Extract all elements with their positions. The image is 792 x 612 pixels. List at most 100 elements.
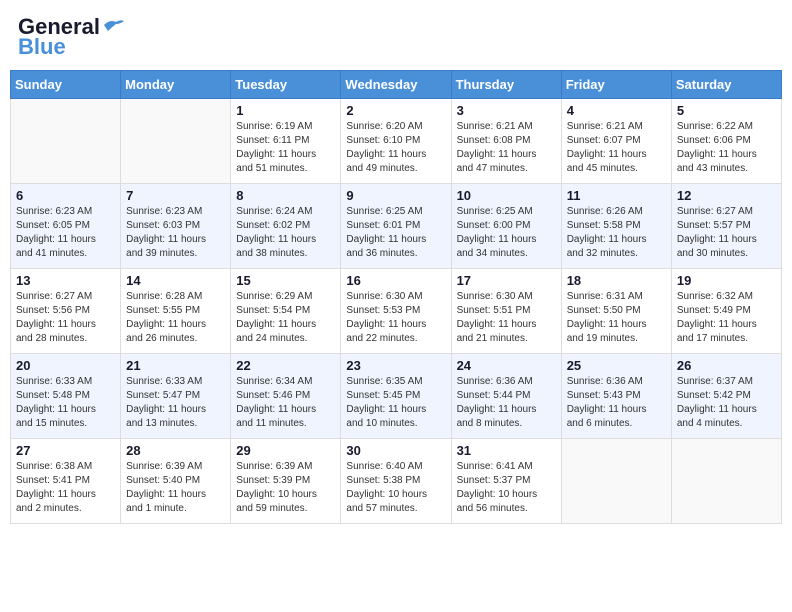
- week-row-2: 6 Sunrise: 6:23 AMSunset: 6:05 PMDaylight…: [11, 184, 782, 269]
- day-number: 29: [236, 443, 335, 458]
- day-number: 19: [677, 273, 776, 288]
- day-number: 15: [236, 273, 335, 288]
- day-info: Sunrise: 6:23 AMSunset: 6:05 PMDaylight:…: [16, 205, 115, 261]
- calendar-cell: 7 Sunrise: 6:23 AMSunset: 6:03 PMDaylight…: [121, 184, 231, 269]
- day-info: Sunrise: 6:22 AMSunset: 6:06 PMDaylight:…: [677, 120, 776, 176]
- day-info: Sunrise: 6:21 AMSunset: 6:07 PMDaylight:…: [567, 120, 666, 176]
- calendar-table: SundayMondayTuesdayWednesdayThursdayFrid…: [10, 70, 782, 524]
- day-info: Sunrise: 6:36 AMSunset: 5:43 PMDaylight:…: [567, 375, 666, 431]
- day-info: Sunrise: 6:23 AMSunset: 6:03 PMDaylight:…: [126, 205, 225, 261]
- day-info: Sunrise: 6:25 AMSunset: 6:01 PMDaylight:…: [346, 205, 445, 261]
- day-info: Sunrise: 6:26 AMSunset: 5:58 PMDaylight:…: [567, 205, 666, 261]
- day-number: 28: [126, 443, 225, 458]
- calendar-cell: 16 Sunrise: 6:30 AMSunset: 5:53 PMDayligh…: [341, 269, 451, 354]
- calendar-cell: 9Sunrise: 6:25 AMSunset: 6:01 PMDaylight…: [341, 184, 451, 269]
- day-info: Sunrise: 6:41 AMSunset: 5:37 PMDaylight:…: [457, 460, 556, 516]
- day-info: Sunrise: 6:33 AMSunset: 5:47 PMDaylight:…: [126, 375, 225, 431]
- calendar-cell: 5 Sunrise: 6:22 AMSunset: 6:06 PMDaylight…: [671, 99, 781, 184]
- day-info: Sunrise: 6:19 AMSunset: 6:11 PMDaylight:…: [236, 120, 335, 176]
- calendar-cell: 28 Sunrise: 6:39 AMSunset: 5:40 PMDayligh…: [121, 439, 231, 524]
- day-info: Sunrise: 6:28 AMSunset: 5:55 PMDaylight:…: [126, 290, 225, 346]
- calendar-cell: 12 Sunrise: 6:27 AMSunset: 5:57 PMDayligh…: [671, 184, 781, 269]
- calendar-header-row: SundayMondayTuesdayWednesdayThursdayFrid…: [11, 71, 782, 99]
- calendar-cell: 14 Sunrise: 6:28 AMSunset: 5:55 PMDayligh…: [121, 269, 231, 354]
- day-header-sunday: Sunday: [11, 71, 121, 99]
- day-number: 27: [16, 443, 115, 458]
- calendar-cell: 29Sunrise: 6:39 AMSunset: 5:39 PMDayligh…: [231, 439, 341, 524]
- day-header-saturday: Saturday: [671, 71, 781, 99]
- day-number: 3: [457, 103, 556, 118]
- day-number: 12: [677, 188, 776, 203]
- logo: General Blue: [18, 14, 124, 60]
- day-number: 2: [346, 103, 445, 118]
- day-number: 13: [16, 273, 115, 288]
- day-info: Sunrise: 6:38 AMSunset: 5:41 PMDaylight:…: [16, 460, 115, 516]
- day-number: 7: [126, 188, 225, 203]
- calendar-cell: 6 Sunrise: 6:23 AMSunset: 6:05 PMDaylight…: [11, 184, 121, 269]
- calendar-cell: 22Sunrise: 6:34 AMSunset: 5:46 PMDayligh…: [231, 354, 341, 439]
- day-info: Sunrise: 6:27 AMSunset: 5:57 PMDaylight:…: [677, 205, 776, 261]
- day-info: Sunrise: 6:27 AMSunset: 5:56 PMDaylight:…: [16, 290, 115, 346]
- day-header-thursday: Thursday: [451, 71, 561, 99]
- day-info: Sunrise: 6:39 AMSunset: 5:40 PMDaylight:…: [126, 460, 225, 516]
- logo-bird-icon: [102, 17, 124, 33]
- calendar-cell: 4 Sunrise: 6:21 AMSunset: 6:07 PMDaylight…: [561, 99, 671, 184]
- day-number: 30: [346, 443, 445, 458]
- week-row-4: 20Sunrise: 6:33 AMSunset: 5:48 PMDayligh…: [11, 354, 782, 439]
- calendar-cell: 31 Sunrise: 6:41 AMSunset: 5:37 PMDayligh…: [451, 439, 561, 524]
- day-number: 5: [677, 103, 776, 118]
- day-info: Sunrise: 6:25 AMSunset: 6:00 PMDaylight:…: [457, 205, 556, 261]
- day-info: Sunrise: 6:36 AMSunset: 5:44 PMDaylight:…: [457, 375, 556, 431]
- calendar-cell: [671, 439, 781, 524]
- day-header-tuesday: Tuesday: [231, 71, 341, 99]
- calendar-cell: 19 Sunrise: 6:32 AMSunset: 5:49 PMDayligh…: [671, 269, 781, 354]
- calendar-cell: 24 Sunrise: 6:36 AMSunset: 5:44 PMDayligh…: [451, 354, 561, 439]
- calendar-cell: 18 Sunrise: 6:31 AMSunset: 5:50 PMDayligh…: [561, 269, 671, 354]
- logo-blue: Blue: [18, 34, 66, 60]
- day-number: 21: [126, 358, 225, 373]
- day-number: 25: [567, 358, 666, 373]
- week-row-3: 13 Sunrise: 6:27 AMSunset: 5:56 PMDayligh…: [11, 269, 782, 354]
- calendar-cell: 30 Sunrise: 6:40 AMSunset: 5:38 PMDayligh…: [341, 439, 451, 524]
- calendar-cell: 2 Sunrise: 6:20 AMSunset: 6:10 PMDaylight…: [341, 99, 451, 184]
- calendar-cell: 27 Sunrise: 6:38 AMSunset: 5:41 PMDayligh…: [11, 439, 121, 524]
- calendar-cell: 23Sunrise: 6:35 AMSunset: 5:45 PMDayligh…: [341, 354, 451, 439]
- calendar-cell: 3 Sunrise: 6:21 AMSunset: 6:08 PMDaylight…: [451, 99, 561, 184]
- day-number: 16: [346, 273, 445, 288]
- day-info: Sunrise: 6:40 AMSunset: 5:38 PMDaylight:…: [346, 460, 445, 516]
- calendar-cell: 25 Sunrise: 6:36 AMSunset: 5:43 PMDayligh…: [561, 354, 671, 439]
- calendar-cell: 26Sunrise: 6:37 AMSunset: 5:42 PMDayligh…: [671, 354, 781, 439]
- calendar-cell: 11 Sunrise: 6:26 AMSunset: 5:58 PMDayligh…: [561, 184, 671, 269]
- day-number: 17: [457, 273, 556, 288]
- calendar-cell: [121, 99, 231, 184]
- day-number: 4: [567, 103, 666, 118]
- day-number: 18: [567, 273, 666, 288]
- calendar-cell: 8Sunrise: 6:24 AMSunset: 6:02 PMDaylight…: [231, 184, 341, 269]
- calendar-cell: 20Sunrise: 6:33 AMSunset: 5:48 PMDayligh…: [11, 354, 121, 439]
- day-info: Sunrise: 6:31 AMSunset: 5:50 PMDaylight:…: [567, 290, 666, 346]
- calendar-cell: [11, 99, 121, 184]
- day-header-friday: Friday: [561, 71, 671, 99]
- calendar-cell: 1 Sunrise: 6:19 AMSunset: 6:11 PMDaylight…: [231, 99, 341, 184]
- day-number: 6: [16, 188, 115, 203]
- day-number: 1: [236, 103, 335, 118]
- day-info: Sunrise: 6:29 AMSunset: 5:54 PMDaylight:…: [236, 290, 335, 346]
- day-number: 31: [457, 443, 556, 458]
- week-row-1: 1 Sunrise: 6:19 AMSunset: 6:11 PMDaylight…: [11, 99, 782, 184]
- week-row-5: 27 Sunrise: 6:38 AMSunset: 5:41 PMDayligh…: [11, 439, 782, 524]
- day-info: Sunrise: 6:30 AMSunset: 5:51 PMDaylight:…: [457, 290, 556, 346]
- calendar-cell: 21 Sunrise: 6:33 AMSunset: 5:47 PMDayligh…: [121, 354, 231, 439]
- day-number: 22: [236, 358, 335, 373]
- calendar-cell: 13 Sunrise: 6:27 AMSunset: 5:56 PMDayligh…: [11, 269, 121, 354]
- day-info: Sunrise: 6:21 AMSunset: 6:08 PMDaylight:…: [457, 120, 556, 176]
- day-info: Sunrise: 6:37 AMSunset: 5:42 PMDaylight:…: [677, 375, 776, 431]
- day-header-monday: Monday: [121, 71, 231, 99]
- day-info: Sunrise: 6:32 AMSunset: 5:49 PMDaylight:…: [677, 290, 776, 346]
- day-number: 11: [567, 188, 666, 203]
- day-info: Sunrise: 6:20 AMSunset: 6:10 PMDaylight:…: [346, 120, 445, 176]
- calendar-cell: 17 Sunrise: 6:30 AMSunset: 5:51 PMDayligh…: [451, 269, 561, 354]
- day-info: Sunrise: 6:35 AMSunset: 5:45 PMDaylight:…: [346, 375, 445, 431]
- day-info: Sunrise: 6:30 AMSunset: 5:53 PMDaylight:…: [346, 290, 445, 346]
- day-number: 14: [126, 273, 225, 288]
- day-number: 24: [457, 358, 556, 373]
